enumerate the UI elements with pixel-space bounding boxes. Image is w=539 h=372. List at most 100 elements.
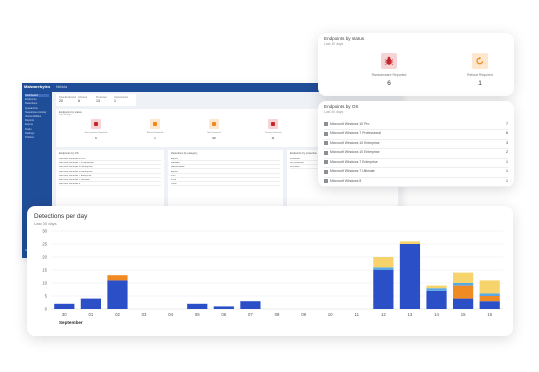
mini-list-row: Other <box>171 183 280 187</box>
bar-segment <box>479 293 500 296</box>
ransomware-reported-label: Ransomware Reported <box>371 73 407 77</box>
sidebar-item[interactable]: Endpoints <box>25 98 49 101</box>
mini-os-title: Endpoints by OS <box>59 152 79 155</box>
windows-icon <box>324 141 329 146</box>
dashboard-title: Nebula <box>56 85 68 89</box>
x-tick-label: 04 <box>168 312 173 317</box>
windows-icon <box>324 179 329 184</box>
os-name: Microsoft Windows 8 <box>330 178 362 183</box>
bar-segment <box>187 303 208 309</box>
bar-segment <box>373 270 394 309</box>
sidebar-item[interactable]: Events <box>25 123 49 126</box>
mini-status-icon <box>271 122 275 126</box>
mini-status-value: 11 <box>271 136 275 140</box>
y-tick-label: 25 <box>42 242 47 247</box>
windows-icon <box>324 150 329 155</box>
brand-logo: Malwarebytes <box>24 84 51 89</box>
mini-status-tile[interactable] <box>209 119 219 129</box>
mini-protection-title: Endpoints by protection <box>290 152 318 155</box>
endpoints-by-os-card: Endpoints by OS Last 30 days Microsoft W… <box>318 101 514 187</box>
card-title: Endpoints by status <box>324 36 365 41</box>
mini-status-tile[interactable] <box>268 119 278 129</box>
mini-status-value: 90 <box>212 136 216 140</box>
mini-list-row: Ransomware <box>171 166 280 170</box>
mini-list-row: Exploit <box>171 158 280 161</box>
mini-status-icon <box>153 122 157 126</box>
y-tick-label: 5 <box>45 294 48 299</box>
mini-category-panel: Detections by category Exploit Malware Ran… <box>168 150 283 210</box>
card-title: Endpoints by OS <box>324 104 359 109</box>
endpoints-by-status-card: Endpoints by status Last 30 days Ransomw… <box>318 33 514 96</box>
sidebar-item[interactable]: Dashboard <box>25 94 49 97</box>
x-tick-label: 01 <box>88 312 93 317</box>
windows-icon <box>324 122 329 127</box>
bar-segment <box>373 267 394 270</box>
reboot-tile[interactable] <box>472 53 488 69</box>
x-tick-label: 16 <box>487 312 492 317</box>
x-tick-label: 12 <box>381 312 386 317</box>
x-tick-label: 30 <box>62 312 67 317</box>
sidebar-item[interactable]: Tasks <box>25 128 49 131</box>
bar-segment <box>80 298 101 309</box>
bar-segment <box>373 257 394 268</box>
bar-segment <box>240 301 261 309</box>
x-tick-label: 14 <box>434 312 439 317</box>
windows-icon <box>324 160 329 165</box>
reboot-required-count: 1 <box>478 80 482 87</box>
os-name: Microsoft Windows 7 Professional <box>330 131 381 135</box>
sidebar-item[interactable]: Reports <box>25 119 49 122</box>
reboot-required-label: Reboot Required <box>467 73 493 77</box>
mini-os-panel: Endpoints by OS Microsoft Windows 10 Pro… <box>56 150 164 210</box>
mini-status-icon <box>94 122 98 126</box>
x-tick-label: 10 <box>328 312 333 317</box>
os-list-row[interactable]: Microsoft Windows 8 1 <box>324 176 508 187</box>
sidebar-item[interactable]: Settings <box>25 132 49 135</box>
x-tick-label: 11 <box>355 312 360 317</box>
card-subtitle: Last 30 days <box>324 42 344 46</box>
os-count: 2 <box>506 150 508 154</box>
bar-segment <box>453 283 474 286</box>
sidebar-item[interactable]: Quarantine <box>25 107 49 110</box>
sidebar-item[interactable]: Vulnerabilities <box>25 115 49 118</box>
x-tick-label: 13 <box>408 312 413 317</box>
bar-segment <box>399 244 421 309</box>
x-tick-label: 15 <box>461 312 466 317</box>
stat-label: Unprotected <box>114 95 128 99</box>
ransomware-bug-icon <box>384 56 394 65</box>
mini-list-row: Microsoft Windows 10 Enterprise <box>59 171 161 174</box>
stat-value: 6 <box>78 99 80 103</box>
bar-segment <box>213 306 234 309</box>
detections-per-day-card: Detections per day Last 30 days 0 5 10 15 20… <box>27 206 513 336</box>
bar-segment <box>426 290 447 309</box>
os-name: Microsoft Windows 10 Pro <box>330 121 370 126</box>
x-tick-label: 09 <box>301 312 306 317</box>
stats-strip: Total Endpoints 20 Infected 6 Protected … <box>56 94 136 106</box>
y-tick-label: 10 <box>42 281 47 286</box>
reboot-icon <box>476 56 484 65</box>
x-tick-label: 02 <box>115 312 120 317</box>
sidebar-item[interactable]: Suspicious Activity <box>25 111 49 114</box>
card-subtitle: Last 30 days <box>324 110 344 114</box>
bar-segment <box>479 280 500 294</box>
sidebar-item[interactable]: Detections <box>25 102 49 105</box>
ransomware-tile[interactable] <box>381 53 397 69</box>
mini-status-tile[interactable] <box>150 119 160 129</box>
os-count: 1 <box>506 169 508 173</box>
bar-segment <box>107 280 128 309</box>
sidebar-item[interactable]: Policies <box>25 136 49 139</box>
y-tick-label: 20 <box>42 255 47 260</box>
mini-status-tile[interactable] <box>91 119 101 129</box>
mini-list-row: Malware <box>171 162 280 166</box>
os-name: Microsoft Windows 7 Ultimate <box>330 169 375 173</box>
bar-segment <box>453 272 474 283</box>
x-tick-label: 05 <box>195 312 200 317</box>
detections-bar-chart: 05101520253030 01 02 03 04 05 06 07 08 09 10 11 12 13… <box>42 229 503 325</box>
os-name: Microsoft Windows 7 Enterprise <box>330 159 378 164</box>
stat-value: 13 <box>96 99 100 103</box>
mini-list-row: Microsoft Windows 7 Professional <box>59 162 161 166</box>
y-tick-label: 30 <box>42 229 47 234</box>
os-count: 1 <box>506 159 508 164</box>
bar-segment <box>479 296 500 302</box>
mini-status-label: Threats Detected <box>264 132 282 134</box>
mini-list-row: PUM <box>171 179 280 182</box>
